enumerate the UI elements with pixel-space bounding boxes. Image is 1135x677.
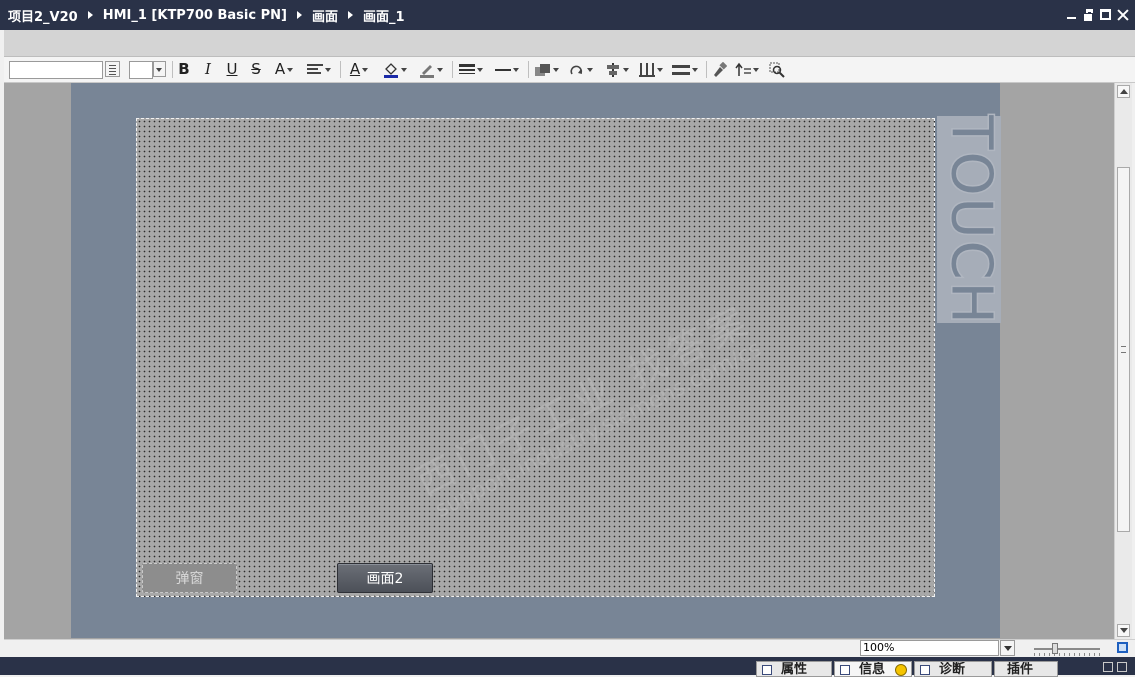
toolbar-separator (340, 61, 341, 78)
breadcrumb-separator-icon (87, 11, 93, 19)
line-color-button[interactable] (416, 60, 446, 79)
editor-header-strip (4, 30, 1135, 57)
title-bar: 项目2_V20 HMI_1 [KTP700 Basic PN] 画面 画面_1 (0, 0, 1135, 30)
breadcrumb-separator-icon (296, 11, 302, 19)
panel-controls (1103, 662, 1127, 672)
window-controls (1065, 8, 1129, 22)
format-toolbar: B I U S A A (4, 57, 1135, 83)
size-equal-button[interactable] (670, 60, 700, 79)
close-icon[interactable] (1116, 8, 1129, 21)
info-icon (840, 665, 850, 675)
toolbar-separator (706, 61, 707, 78)
breadcrumb-screens-folder[interactable]: 画面 (312, 6, 338, 25)
bold-button[interactable]: B (176, 60, 192, 79)
diagnostics-icon (920, 665, 930, 675)
zoom-bar: 100% (4, 639, 1135, 658)
line-style-button[interactable] (492, 60, 522, 79)
rotate-icon (570, 65, 583, 74)
watermark-line-1: 西门子工业 找答案 (408, 297, 759, 505)
zoom-slider-thumb[interactable] (1052, 643, 1058, 654)
toolbar-separator (528, 61, 529, 78)
popup-button[interactable]: 弹窗 (142, 563, 237, 593)
zoom-slider-track[interactable] (1034, 648, 1100, 656)
zoom-selection-button[interactable] (768, 60, 786, 79)
paint-bucket-icon (384, 62, 398, 78)
hmi-screen[interactable]: 西门子工业 找答案 support.industry.siemens.com/c… (136, 118, 935, 597)
warning-icon (895, 664, 907, 676)
font-color-button[interactable]: A (344, 60, 374, 79)
scroll-up-icon[interactable] (1117, 85, 1130, 98)
scroll-thumb[interactable] (1117, 167, 1130, 532)
maximize-icon[interactable] (1099, 8, 1112, 21)
breadcrumb-separator-icon (347, 11, 353, 19)
font-list-button[interactable] (105, 61, 120, 77)
properties-icon (762, 665, 772, 675)
screen2-button[interactable]: 画面2 (337, 563, 433, 593)
scroll-down-icon[interactable] (1117, 624, 1130, 637)
align-center-icon (607, 62, 619, 77)
line-width-button[interactable] (456, 60, 486, 79)
touch-label: TOUCH (937, 114, 1005, 327)
magnifier-icon (769, 62, 785, 78)
touch-label-text: TOUCH (937, 114, 1005, 327)
breadcrumb-current-screen[interactable]: 画面_1 (363, 6, 405, 25)
strikethrough-button[interactable]: S (248, 60, 264, 79)
watermark: 西门子工业 找答案 support.industry.siemens.com/c… (383, 278, 792, 536)
font-name-field[interactable] (9, 61, 103, 79)
layer-order-icon (535, 63, 550, 76)
hmi-device-frame: 西门子工业 找答案 support.industry.siemens.com/c… (71, 83, 1005, 638)
fill-color-button[interactable] (380, 60, 410, 79)
pen-icon (420, 64, 434, 78)
equal-size-icon (672, 64, 690, 75)
breadcrumb-device[interactable]: HMI_1 [KTP700 Basic PN] (103, 8, 287, 23)
vertical-scrollbar[interactable] (1114, 83, 1132, 639)
format-painter-button[interactable] (710, 60, 728, 79)
brush-icon (714, 61, 727, 77)
breadcrumb: 项目2_V20 HMI_1 [KTP700 Basic PN] 画面 画面_1 (0, 6, 405, 25)
font-size-dropdown[interactable] (153, 61, 166, 77)
align-objects-button[interactable] (602, 60, 632, 79)
distribute-button[interactable] (636, 60, 666, 79)
underline-button[interactable]: U (224, 60, 240, 79)
sort-arrows-icon (735, 62, 751, 76)
font-size-field[interactable] (129, 61, 153, 79)
distribute-icon (639, 62, 655, 77)
zoom-fit-icon[interactable] (1117, 642, 1128, 653)
breadcrumb-project[interactable]: 项目2_V20 (8, 6, 78, 25)
font-size-grow-button[interactable]: A (270, 60, 298, 79)
toolbar-separator (172, 61, 173, 78)
align-text-icon[interactable] (304, 60, 334, 79)
panel-list-icon[interactable] (1117, 662, 1127, 672)
align-left-icon (307, 64, 323, 74)
panel-float-icon[interactable] (1103, 662, 1113, 672)
zoom-input[interactable]: 100% (860, 640, 999, 656)
toolbar-separator (452, 61, 453, 78)
bring-to-front-button[interactable] (532, 60, 562, 79)
screen-editor-canvas[interactable]: 西门子工业 找答案 support.industry.siemens.com/c… (4, 83, 1114, 639)
italic-button[interactable]: I (200, 60, 216, 79)
inspector-tab-bar: 属性 信息 诊断 插件 (0, 657, 1135, 677)
rotate-button[interactable] (566, 60, 596, 79)
watermark-line-2: support.industry.siemens.com/cs (431, 336, 766, 524)
line-style-icon (495, 68, 511, 71)
minimize-icon[interactable] (1065, 8, 1078, 21)
line-width-icon (459, 63, 475, 74)
tab-order-button[interactable] (732, 60, 762, 79)
restore-icon[interactable] (1082, 8, 1095, 22)
zoom-dropdown-icon[interactable] (1000, 640, 1015, 656)
